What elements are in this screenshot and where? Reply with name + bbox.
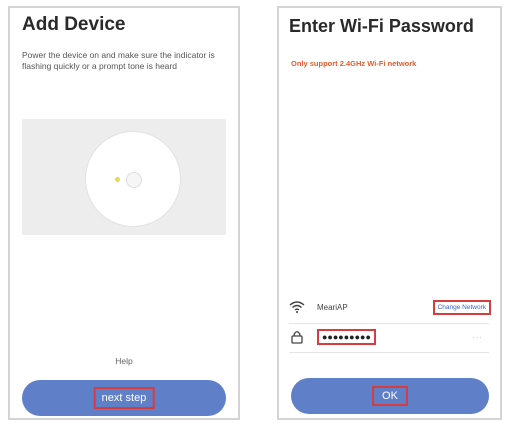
divider — [289, 352, 489, 353]
next-step-label: next step — [93, 387, 155, 409]
wifi-password-screen: Enter Wi-Fi Password Only support 2.4GHz… — [277, 6, 502, 420]
eye-icon[interactable]: ··· — [472, 333, 483, 342]
ok-button[interactable]: OK — [291, 378, 489, 414]
change-network-link[interactable]: Change Network — [432, 300, 491, 315]
network-warning: Only support 2.4GHz Wi-Fi network — [291, 59, 417, 68]
divider — [289, 323, 489, 324]
instruction-text: Power the device on and make sure the in… — [22, 50, 215, 71]
page-title: Add Device — [22, 14, 126, 35]
reset-button-icon — [126, 172, 142, 188]
password-row: ●●●●●●●●● ··· — [289, 327, 489, 349]
indicator-light-icon — [115, 177, 120, 182]
network-row: MeariAP Change Network — [289, 300, 491, 320]
network-name: MeariAP — [317, 303, 348, 312]
ok-label: OK — [372, 386, 408, 406]
wifi-icon — [289, 301, 305, 313]
help-link[interactable]: Help — [10, 356, 238, 366]
lock-icon — [291, 331, 303, 344]
device-image — [86, 132, 180, 226]
page-title: Enter Wi-Fi Password — [289, 16, 474, 36]
next-step-button[interactable]: next step — [22, 380, 226, 416]
add-device-screen: Add Device Power the device on and make … — [8, 6, 240, 420]
password-input[interactable]: ●●●●●●●●● — [317, 329, 376, 345]
device-illustration — [22, 119, 226, 235]
